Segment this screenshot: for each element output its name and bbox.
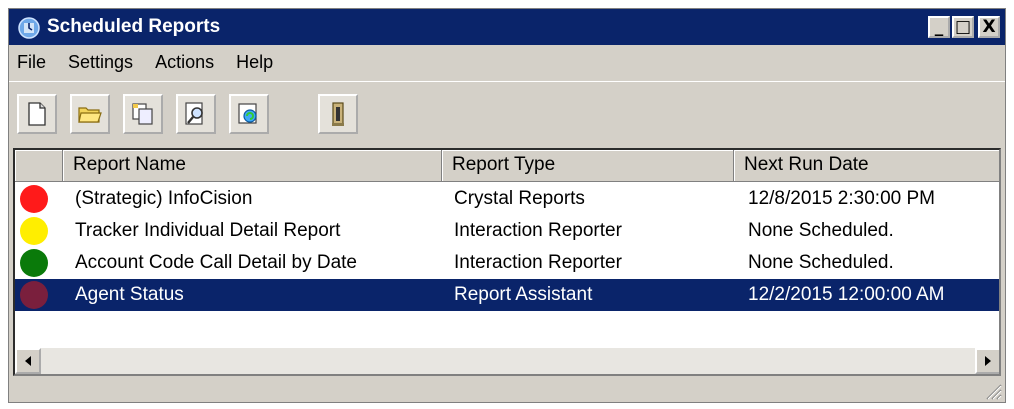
close-button[interactable]: X	[978, 16, 1000, 38]
table-row[interactable]: Account Code Call Detail by Date Interac…	[15, 247, 999, 279]
status-bar	[9, 379, 1005, 403]
table-row[interactable]: (Strategic) InfoCision Crystal Reports 1…	[15, 183, 999, 215]
maximize-button[interactable]: □	[952, 16, 974, 38]
minimize-icon: _	[934, 17, 944, 37]
next-run-date-column-header[interactable]: Next Run Date	[734, 150, 999, 182]
report-type-cell: Interaction Reporter	[454, 252, 622, 273]
next-run-date-cell: 12/2/2015 12:00:00 AM	[748, 284, 945, 305]
report-name-cell: Tracker Individual Detail Report	[75, 220, 341, 241]
report-name-cell: (Strategic) InfoCision	[75, 188, 253, 209]
copy-icon	[132, 103, 153, 125]
properties-icon	[332, 102, 344, 126]
menu-bar: File Settings Actions Help	[9, 45, 1005, 79]
report-type-cell: Report Assistant	[454, 284, 593, 305]
scroll-left-button[interactable]	[15, 348, 41, 374]
properties-button[interactable]	[318, 94, 358, 134]
report-type-column-header[interactable]: Report Type	[442, 150, 734, 182]
close-icon: X	[982, 17, 996, 37]
copy-button[interactable]	[123, 94, 163, 134]
title-bar[interactable]: Scheduled Reports _ □ X	[9, 9, 1005, 45]
new-report-button[interactable]	[17, 94, 57, 134]
refresh-button[interactable]	[229, 94, 269, 134]
open-folder-icon	[78, 107, 102, 123]
window-title: Scheduled Reports	[47, 16, 221, 37]
report-list[interactable]: Report Name Report Type Next Run Date (S…	[13, 148, 1001, 376]
status-indicator-icon	[20, 185, 48, 213]
resize-grip-icon[interactable]	[984, 382, 1002, 400]
menu-file[interactable]: File	[17, 52, 46, 73]
menu-help[interactable]: Help	[236, 52, 273, 73]
minimize-button[interactable]: _	[928, 16, 950, 38]
status-column-header[interactable]	[15, 150, 63, 182]
status-indicator-icon	[20, 249, 48, 277]
next-run-date-cell: None Scheduled.	[748, 220, 894, 241]
scheduled-reports-window: Scheduled Reports _ □ X File Settings Ac…	[8, 8, 1006, 403]
app-icon	[18, 17, 40, 39]
arrow-right-icon	[985, 356, 991, 366]
refresh-icon	[238, 103, 257, 124]
table-row[interactable]: Agent Status Report Assistant 12/2/2015 …	[15, 279, 999, 311]
find-button[interactable]	[176, 94, 216, 134]
menu-actions[interactable]: Actions	[155, 52, 214, 73]
toolbar	[9, 81, 1005, 146]
find-icon	[185, 102, 203, 125]
status-indicator-icon	[20, 281, 48, 309]
arrow-left-icon	[25, 356, 31, 366]
horizontal-scrollbar[interactable]	[15, 348, 999, 374]
scroll-right-button[interactable]	[975, 348, 999, 374]
report-name-cell: Account Code Call Detail by Date	[75, 252, 357, 273]
report-type-cell: Interaction Reporter	[454, 220, 622, 241]
table-row[interactable]: Tracker Individual Detail Report Interac…	[15, 215, 999, 247]
status-indicator-icon	[20, 217, 48, 245]
new-document-icon	[28, 102, 46, 126]
report-name-column-header[interactable]: Report Name	[63, 150, 442, 182]
maximize-icon: □	[954, 17, 972, 37]
next-run-date-cell: 12/8/2015 2:30:00 PM	[748, 188, 935, 209]
menu-settings[interactable]: Settings	[68, 52, 133, 73]
open-button[interactable]	[70, 94, 110, 134]
next-run-date-cell: None Scheduled.	[748, 252, 894, 273]
list-header: Report Name Report Type Next Run Date	[15, 150, 999, 182]
report-type-cell: Crystal Reports	[454, 188, 585, 209]
report-name-cell: Agent Status	[75, 284, 184, 305]
